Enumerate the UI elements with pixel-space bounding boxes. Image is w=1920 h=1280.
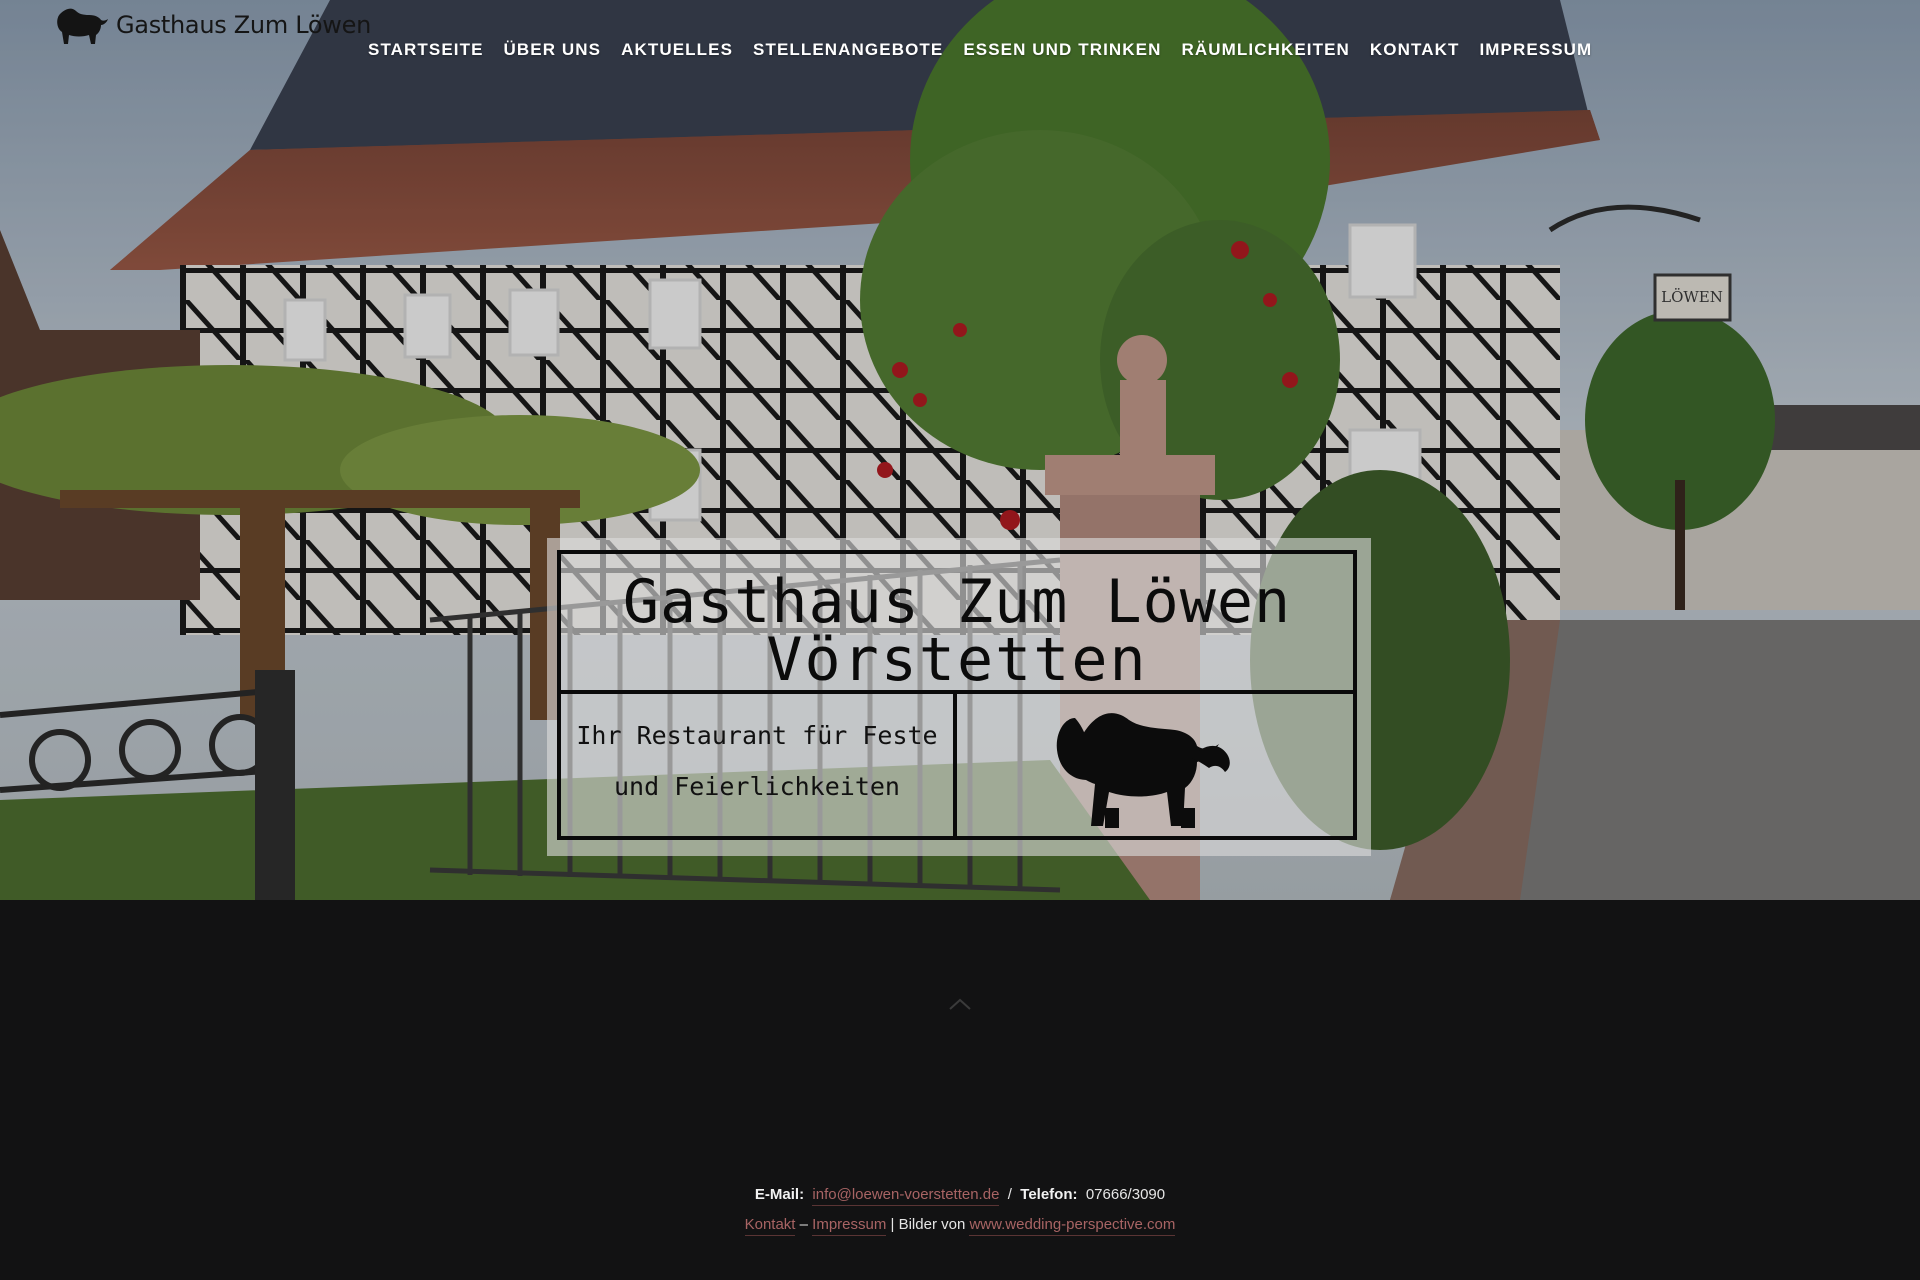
photo-credit-text: | Bilder von — [890, 1216, 966, 1233]
footer-contact-row: E-Mail: info@loewen-voerstetten.de / Tel… — [0, 1180, 1920, 1210]
nav-item-startseite[interactable]: STARTSEITE — [368, 38, 494, 62]
lion-icon — [57, 8, 108, 45]
footer-link-impressum[interactable]: Impressum — [812, 1216, 887, 1236]
sign-frame: Gasthaus Zum Löwen Vörstetten Ihr Restau… — [557, 550, 1357, 840]
hero-tagline: Ihr Restaurant für Feste und Feierlichke… — [561, 694, 957, 840]
hero-tagline-line1: Ihr Restaurant für Feste — [576, 721, 938, 750]
main-navigation: STARTSEITE ÜBER UNS AKTUELLES STELLENANG… — [368, 38, 1602, 62]
contact-separator: / — [1007, 1186, 1012, 1203]
hero-tagline-line2: und Feierlichkeiten — [614, 772, 900, 801]
nav-item-raeumlichkeiten[interactable]: RÄUMLICHKEITEN — [1172, 38, 1360, 62]
lion-emblem-icon — [957, 694, 1353, 840]
chevron-up-icon — [949, 998, 971, 1010]
footer-links-row: Kontakt – Impressum | Bilder von www.wed… — [0, 1210, 1920, 1240]
email-label: E-Mail: — [754, 1186, 805, 1203]
scroll-top-button[interactable] — [946, 996, 974, 1012]
site-logo[interactable]: Gasthaus Zum Löwen — [54, 4, 371, 46]
footer: E-Mail: info@loewen-voerstetten.de / Tel… — [0, 1180, 1920, 1240]
hero-sign: Gasthaus Zum Löwen Vörstetten Ihr Restau… — [547, 538, 1371, 856]
nav-item-stellenangebote[interactable]: STELLENANGEBOTE — [743, 38, 953, 62]
photo-credit-link[interactable]: www.wedding-perspective.com — [969, 1216, 1176, 1236]
phone-number: 07666/3090 — [1085, 1186, 1166, 1203]
email-link[interactable]: info@loewen-voerstetten.de — [812, 1186, 1000, 1206]
hero-section: LÖWEN Gasthaus Zum Löwen STARTSEITE ÜBER… — [0, 0, 1920, 900]
hero-title-line2: Vörstetten — [766, 625, 1148, 695]
hero-title: Gasthaus Zum Löwen Vörstetten — [561, 554, 1353, 694]
nav-item-aktuelles[interactable]: AKTUELLES — [611, 38, 743, 62]
nav-item-essen-und-trinken[interactable]: ESSEN UND TRINKEN — [953, 38, 1171, 62]
logo-text: Gasthaus Zum Löwen — [116, 11, 371, 39]
nav-item-impressum[interactable]: IMPRESSUM — [1469, 38, 1602, 62]
phone-label: Telefon: — [1020, 1186, 1078, 1203]
nav-item-kontakt[interactable]: KONTAKT — [1360, 38, 1470, 62]
footer-dash: – — [799, 1216, 808, 1233]
nav-item-ueber-uns[interactable]: ÜBER UNS — [494, 38, 612, 62]
footer-link-kontakt[interactable]: Kontakt — [744, 1216, 796, 1236]
hero-title-line1: Gasthaus Zum Löwen — [622, 567, 1292, 637]
